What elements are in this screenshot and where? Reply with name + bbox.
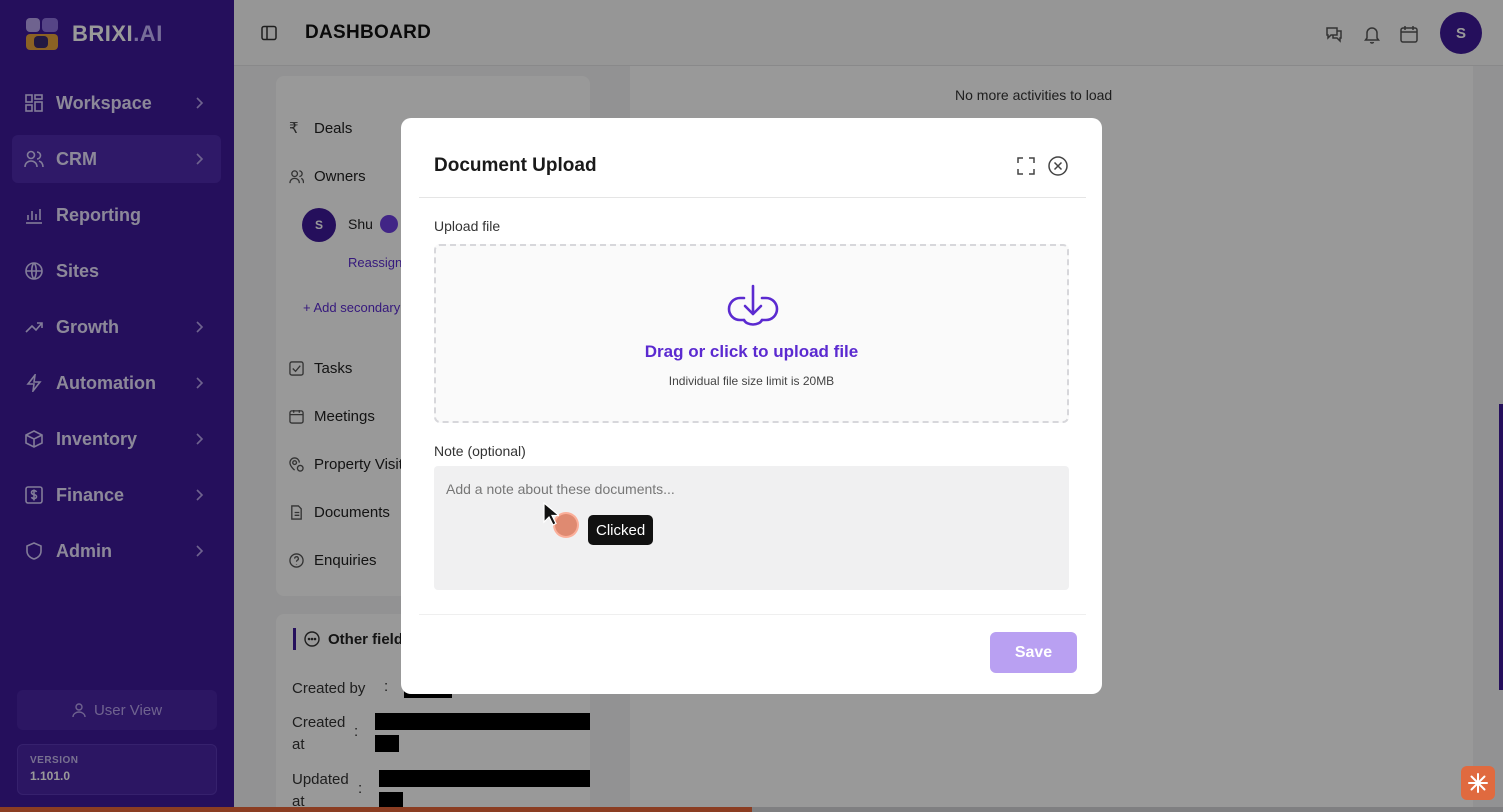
note-label: Note (optional)	[434, 443, 526, 459]
expand-icon[interactable]	[1017, 157, 1035, 175]
upload-file-label: Upload file	[434, 218, 501, 234]
mouse-cursor-icon	[543, 502, 559, 526]
dropzone-title: Drag or click to upload file	[644, 342, 859, 361]
dialog-title: Document Upload	[434, 155, 597, 176]
cloud-download-icon	[727, 284, 779, 326]
document-upload-dialog: Document Upload Upload file Drag or clic…	[401, 118, 1102, 694]
dropzone-subtitle: Individual file size limit is 20MB	[668, 374, 835, 388]
save-button[interactable]: Save	[990, 632, 1077, 673]
dialog-divider	[419, 197, 1086, 198]
close-icon[interactable]	[1048, 156, 1068, 176]
note-textarea[interactable]	[434, 466, 1069, 590]
click-tooltip: Clicked	[588, 515, 654, 545]
dialog-footer-divider	[419, 614, 1086, 615]
assistant-icon[interactable]	[1461, 766, 1495, 800]
file-dropzone[interactable]: Drag or click to upload file Individual …	[434, 244, 1069, 423]
